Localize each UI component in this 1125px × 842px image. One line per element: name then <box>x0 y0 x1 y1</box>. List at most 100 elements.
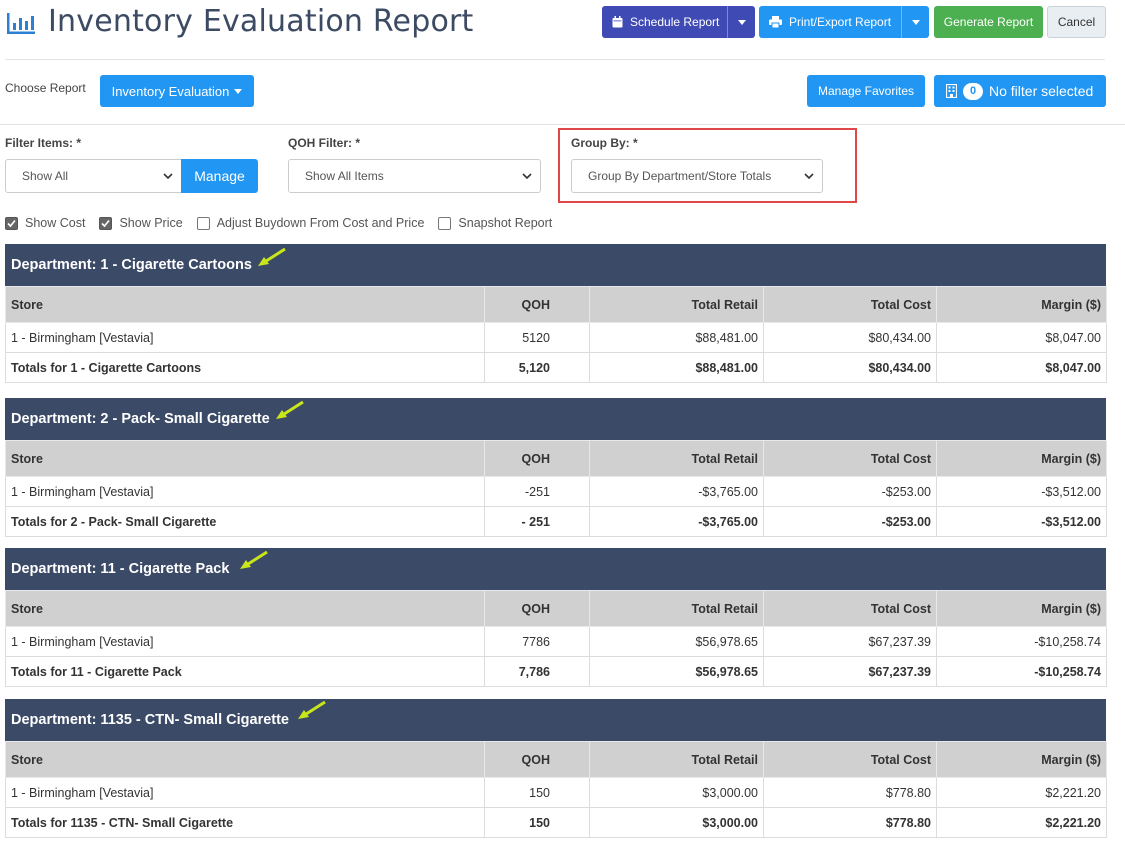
column-header-total-cost: Total Cost <box>763 590 937 627</box>
group-by-label: Group By: * <box>571 136 638 150</box>
total-retail-total-cell: $88,481.00 <box>589 352 764 383</box>
printer-icon <box>769 16 782 28</box>
total-retail-cell: -$3,765.00 <box>589 476 764 507</box>
show-price-label: Show Price <box>119 216 183 230</box>
schedule-report-button[interactable]: Schedule Report <box>602 6 755 38</box>
qoh-cell: -251 <box>484 476 590 507</box>
department-header: Department: 1 - Cigarette Cartoons <box>5 244 1106 286</box>
show-cost-label: Show Cost <box>25 216 86 230</box>
total-retail-total-cell: -$3,765.00 <box>589 506 764 537</box>
snapshot-report-checkbox[interactable] <box>438 216 452 230</box>
column-header-qoh: QOH <box>484 590 590 627</box>
column-header-store: Store <box>5 741 485 778</box>
arrow-annotation-icon <box>258 247 286 266</box>
cancel-button[interactable]: Cancel <box>1047 6 1106 38</box>
qoh-filter-select[interactable]: Show All Items <box>288 159 541 193</box>
margin-total-cell: $2,221.20 <box>936 807 1107 838</box>
column-header-total-retail: Total Retail <box>589 590 764 627</box>
totals-label-cell: Totals for 1 - Cigarette Cartoons <box>5 352 485 383</box>
building-icon <box>946 84 957 98</box>
filter-items-label: Filter Items: * <box>5 136 82 150</box>
check-icon <box>7 219 16 227</box>
department-title: Department: 11 - Cigarette Pack <box>11 561 230 577</box>
qoh-cell: 7786 <box>484 626 590 657</box>
show-price-option[interactable]: Show Price <box>99 216 183 230</box>
totals-label-cell: Totals for 1135 - CTN- Small Cigarette <box>5 807 485 838</box>
snapshot-report-option[interactable]: Snapshot Report <box>438 216 552 230</box>
column-header-total-cost: Total Cost <box>763 741 937 778</box>
adjust-buydown-option[interactable]: Adjust Buydown From Cost and Price <box>196 216 425 230</box>
print-dropdown-toggle[interactable] <box>901 6 929 38</box>
totals-row: Totals for 11 - Cigarette Pack 7,786 $56… <box>5 656 1107 687</box>
chevron-down-icon <box>163 173 173 180</box>
department-header: Department: 1135 - CTN- Small Cigarette <box>5 699 1106 741</box>
print-export-button[interactable]: Print/Export Report <box>759 6 929 38</box>
total-retail-cell: $88,481.00 <box>589 322 764 353</box>
page-title: Inventory Evaluation Report <box>48 4 474 39</box>
group-by-value: Group By Department/Store Totals <box>588 169 772 183</box>
manage-button[interactable]: Manage <box>181 159 258 193</box>
filter-selector-button[interactable]: 0 No filter selected <box>934 75 1106 107</box>
store-cell: 1 - Birmingham [Vestavia] <box>5 777 485 808</box>
options-row: Show Cost Show Price Adjust Buydown From… <box>5 214 566 232</box>
divider <box>0 124 1125 125</box>
column-header-margin: Margin ($) <box>936 286 1107 323</box>
adjust-buydown-label: Adjust Buydown From Cost and Price <box>216 216 425 230</box>
total-retail-cell: $3,000.00 <box>589 777 764 808</box>
margin-cell: $8,047.00 <box>936 322 1107 353</box>
column-header-qoh: QOH <box>484 440 590 477</box>
arrow-annotation-icon <box>240 550 268 569</box>
caret-down-icon <box>234 88 243 94</box>
qoh-total-cell: - 251 <box>484 506 590 537</box>
margin-total-cell: -$10,258.74 <box>936 656 1107 687</box>
adjust-buydown-checkbox[interactable] <box>196 216 210 230</box>
totals-row: Totals for 2 - Pack- Small Cigarette - 2… <box>5 506 1107 537</box>
totals-row: Totals for 1135 - CTN- Small Cigarette 1… <box>5 807 1107 838</box>
group-by-select[interactable]: Group By Department/Store Totals <box>571 159 823 193</box>
column-header-margin: Margin ($) <box>936 590 1107 627</box>
print-export-label: Print/Export Report <box>789 15 892 29</box>
arrow-annotation-icon <box>298 700 326 719</box>
department-title: Department: 1 - Cigarette Cartoons <box>11 257 252 273</box>
department-table: Store QOH Total Retail Total Cost Margin… <box>5 741 1107 838</box>
qoh-cell: 150 <box>484 777 590 808</box>
schedule-report-label: Schedule Report <box>630 15 720 29</box>
department-table: Store QOH Total Retail Total Cost Margin… <box>5 590 1107 687</box>
arrow-annotation-icon <box>276 400 304 419</box>
totals-label-cell: Totals for 11 - Cigarette Pack <box>5 656 485 687</box>
caret-down-icon <box>911 19 920 25</box>
calendar-icon <box>612 16 623 28</box>
margin-cell: -$3,512.00 <box>936 476 1107 507</box>
department-section: Department: 11 - Cigarette Pack Store QO… <box>5 548 1107 687</box>
column-header-total-cost: Total Cost <box>763 286 937 323</box>
column-header-store: Store <box>5 590 485 627</box>
total-cost-total-cell: -$253.00 <box>763 506 937 537</box>
check-icon <box>101 219 111 227</box>
margin-cell: $2,221.20 <box>936 777 1107 808</box>
department-section: Department: 2 - Pack- Small Cigarette St… <box>5 398 1107 537</box>
table-row: 1 - Birmingham [Vestavia] -251 -$3,765.0… <box>5 476 1107 507</box>
department-table: Store QOH Total Retail Total Cost Margin… <box>5 286 1107 383</box>
generate-report-button[interactable]: Generate Report <box>934 6 1043 38</box>
report-selector-button[interactable]: Inventory Evaluation <box>100 75 254 107</box>
qoh-cell: 5120 <box>484 322 590 353</box>
column-header-qoh: QOH <box>484 286 590 323</box>
filter-items-select[interactable]: Show All <box>5 159 182 193</box>
qoh-filter-value: Show All Items <box>305 169 384 183</box>
show-cost-checkbox[interactable] <box>5 216 18 230</box>
show-cost-option[interactable]: Show Cost <box>5 216 85 230</box>
manage-favorites-button[interactable]: Manage Favorites <box>807 75 925 107</box>
margin-cell: -$10,258.74 <box>936 626 1107 657</box>
total-cost-total-cell: $67,237.39 <box>763 656 937 687</box>
column-header-margin: Margin ($) <box>936 741 1107 778</box>
column-header-margin: Margin ($) <box>936 440 1107 477</box>
column-header-total-cost: Total Cost <box>763 440 937 477</box>
show-price-checkbox[interactable] <box>99 216 113 230</box>
department-title: Department: 2 - Pack- Small Cigarette <box>11 411 270 427</box>
column-header-total-retail: Total Retail <box>589 286 764 323</box>
column-header-total-retail: Total Retail <box>589 440 764 477</box>
table-row: 1 - Birmingham [Vestavia] 7786 $56,978.6… <box>5 626 1107 657</box>
department-table: Store QOH Total Retail Total Cost Margin… <box>5 440 1107 537</box>
report-selector-label: Inventory Evaluation <box>111 83 230 99</box>
schedule-dropdown-toggle[interactable] <box>727 6 755 38</box>
